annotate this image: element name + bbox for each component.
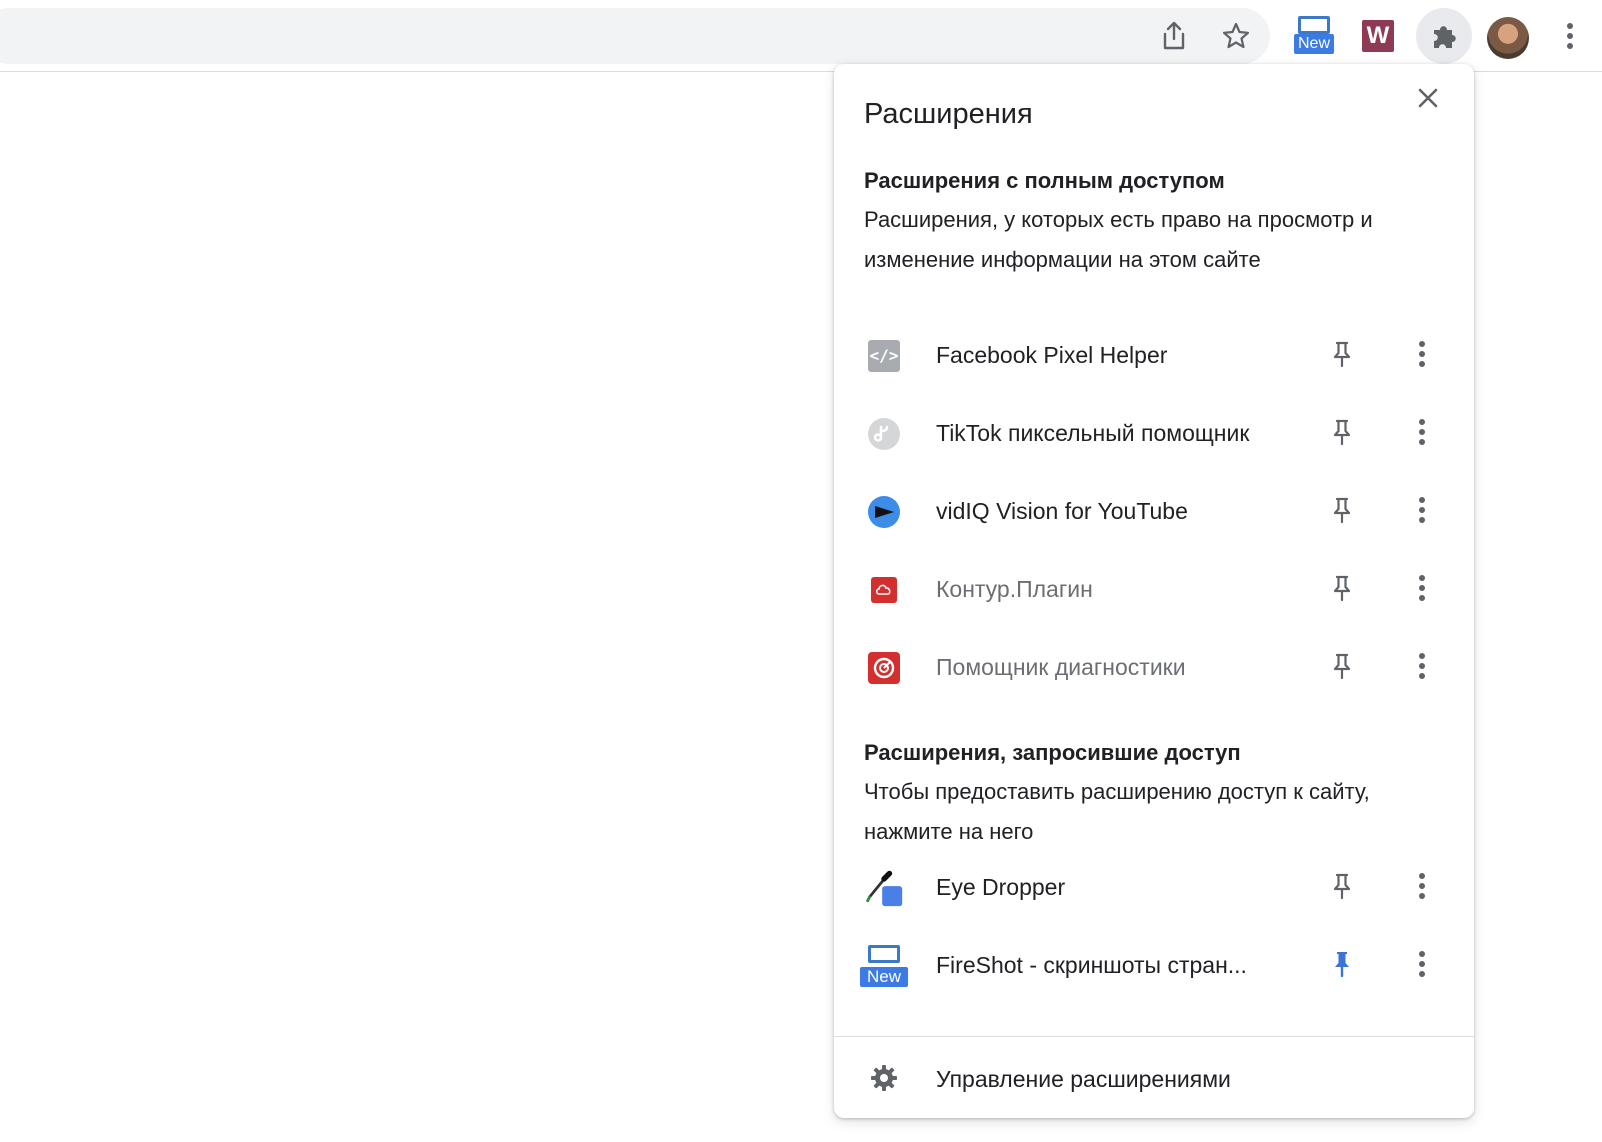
extension-name: TikTok пиксельный помощник — [936, 420, 1250, 446]
eye-dropper-icon — [864, 868, 904, 908]
new-badge: New — [860, 967, 908, 987]
browser-menu-button[interactable] — [1546, 12, 1594, 60]
fireshot-icon: New — [1294, 16, 1334, 56]
more-options-button[interactable] — [1402, 946, 1442, 986]
more-options-button[interactable] — [1402, 414, 1442, 454]
close-button[interactable] — [1408, 80, 1448, 120]
full-access-heading: Расширения с полным доступом — [864, 168, 1225, 193]
w-extension-icon: W — [1362, 20, 1394, 52]
full-access-description: Расширения, у которых есть право на прос… — [864, 207, 1373, 272]
extension-row-fireshot[interactable]: New FireShot - скриншоты стран... — [834, 926, 1474, 1006]
more-options-button[interactable] — [1402, 336, 1442, 376]
divider — [834, 1036, 1474, 1037]
more-vertical-icon — [1418, 340, 1426, 373]
more-vertical-icon — [1418, 418, 1426, 451]
extension-name: Eye Dropper — [936, 874, 1066, 900]
fireshot-toolbar-button[interactable]: New — [1290, 12, 1338, 60]
requested-access-description: Чтобы предоставить расширению доступ к с… — [864, 779, 1370, 844]
more-vertical-icon — [1418, 574, 1426, 607]
more-vertical-icon — [1418, 652, 1426, 685]
manage-extensions-label: Управление расширениями — [936, 1066, 1231, 1092]
pin-icon — [1332, 496, 1352, 529]
extension-name: Контур.Плагин — [936, 576, 1093, 602]
pin-icon — [1332, 418, 1352, 451]
cloud-icon — [864, 570, 904, 610]
gear-icon — [864, 1058, 904, 1098]
more-options-button[interactable] — [1402, 868, 1442, 908]
puzzle-icon — [1428, 20, 1460, 52]
manage-extensions-button[interactable]: Управление расширениями — [834, 1038, 1474, 1118]
pin-filled-icon — [1332, 950, 1352, 983]
diagnostics-icon — [864, 648, 904, 688]
pin-button[interactable] — [1322, 648, 1362, 688]
pin-icon — [1332, 872, 1352, 905]
bookmark-button[interactable] — [1212, 12, 1260, 60]
share-icon — [1160, 21, 1188, 51]
pin-button[interactable] — [1322, 492, 1362, 532]
pin-button[interactable] — [1322, 570, 1362, 610]
popup-title: Расширения — [864, 98, 1033, 130]
extension-name: vidIQ Vision for YouTube — [936, 498, 1188, 524]
avatar — [1487, 17, 1529, 59]
more-options-button[interactable] — [1402, 492, 1442, 532]
extension-name: Помощник диагностики — [936, 654, 1186, 680]
profile-button[interactable] — [1484, 14, 1532, 62]
pin-button[interactable] — [1322, 946, 1362, 986]
pin-icon — [1332, 340, 1352, 373]
pin-icon — [1332, 574, 1352, 607]
close-icon — [1417, 87, 1439, 114]
fireshot-icon: New — [860, 945, 908, 987]
extensions-button[interactable] — [1416, 8, 1472, 64]
extension-row-vidiq[interactable]: vidIQ Vision for YouTube — [834, 472, 1474, 552]
more-vertical-icon — [1566, 22, 1574, 50]
extension-row-kontur[interactable]: Контур.Плагин — [834, 550, 1474, 630]
address-bar[interactable] — [0, 8, 1270, 64]
extension-row-tiktok[interactable]: TikTok пиксельный помощник — [834, 394, 1474, 474]
code-icon: </> — [864, 336, 904, 376]
more-options-button[interactable] — [1402, 648, 1442, 688]
extensions-popup: Расширения Расширения с полным доступом … — [834, 64, 1474, 1118]
pin-button[interactable] — [1322, 414, 1362, 454]
extension-name: FireShot - скриншоты стран... — [936, 952, 1247, 978]
tiktok-icon — [864, 414, 904, 454]
requested-access-heading: Расширения, запросившие доступ — [864, 740, 1241, 765]
extension-row-eye-dropper[interactable]: Eye Dropper — [834, 848, 1474, 928]
more-vertical-icon — [1418, 950, 1426, 983]
extension-row-facebook-pixel-helper[interactable]: </> Facebook Pixel Helper — [834, 316, 1474, 396]
star-icon — [1221, 21, 1251, 51]
pin-button[interactable] — [1322, 868, 1362, 908]
more-vertical-icon — [1418, 872, 1426, 905]
more-vertical-icon — [1418, 496, 1426, 529]
more-options-button[interactable] — [1402, 570, 1442, 610]
new-badge: New — [1294, 34, 1334, 54]
pin-button[interactable] — [1322, 336, 1362, 376]
share-button[interactable] — [1150, 12, 1198, 60]
vidiq-icon — [864, 492, 904, 532]
extension-name: Facebook Pixel Helper — [936, 342, 1168, 368]
pin-icon — [1332, 652, 1352, 685]
w-extension-button[interactable]: W — [1354, 12, 1402, 60]
browser-toolbar: New W — [0, 0, 1602, 72]
extension-row-diagnostics[interactable]: Помощник диагностики — [834, 628, 1474, 708]
